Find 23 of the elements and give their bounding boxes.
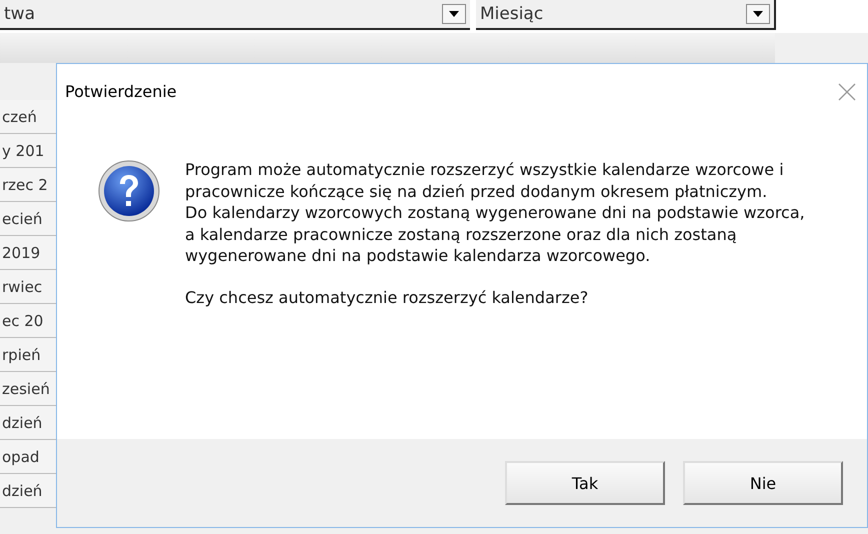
- close-icon[interactable]: [837, 82, 857, 102]
- message-text: Czy chcesz automatycznie rozszerzyć kalendarze?: [185, 286, 590, 308]
- list-item[interactable]: dzień: [0, 474, 56, 508]
- dialog-button[interactable]: Nie: [683, 461, 843, 505]
- list-item[interactable]: 2019: [0, 236, 56, 270]
- dropdown-arrow-icon: [753, 11, 763, 17]
- list-item[interactable]: rpień: [0, 338, 56, 372]
- list-item[interactable]: ec 20: [0, 304, 56, 338]
- dropdown-arrow-icon: [449, 11, 459, 17]
- list-item[interactable]: opad: [0, 440, 56, 474]
- list-item[interactable]: rzec 2: [0, 168, 56, 202]
- dialog-button[interactable]: Tak: [505, 461, 665, 505]
- combo-box[interactable]: Miesiąc: [476, 0, 776, 30]
- question-icon: [97, 159, 161, 223]
- list-item[interactable]: zesień: [0, 372, 56, 406]
- list-item[interactable]: rwiec: [0, 270, 56, 304]
- message-text: Program może automatycznie rozszerzyć wszystkie kalendarze wzorcowe i pracownicze kończące się na dzień przed dodanym okresem płatniczym. Do kalendarzy wzorcowych zostaną wygenerowane dni na podstawie wzorca, a kalendarze pracownicze zostaną rozszerzone oraz dla nich zostaną wygenerowane dni na podstawie kalendarza wzorcowego.: [185, 159, 805, 266]
- list-item[interactable]: y 201: [0, 134, 56, 168]
- dialog-title: Potwierdzenie: [65, 82, 177, 101]
- list-item[interactable]: ecień: [0, 202, 56, 236]
- list-item[interactable]: dzień: [0, 406, 56, 440]
- list-item[interactable]: czeń: [0, 100, 56, 134]
- combo-box[interactable]: twa: [0, 0, 470, 30]
